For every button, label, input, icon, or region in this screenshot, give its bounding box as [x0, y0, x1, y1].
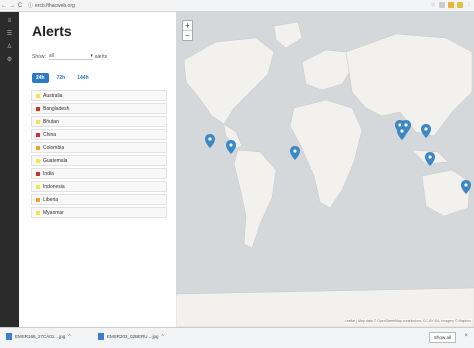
- settings-icon[interactable]: ⚙: [0, 56, 19, 63]
- file-icon: [6, 333, 12, 340]
- alert-country-label: Bangladesh: [43, 105, 70, 112]
- alert-list-item[interactable]: China: [31, 129, 167, 140]
- extension-icon[interactable]: [448, 2, 454, 8]
- list-icon[interactable]: ☰: [0, 30, 19, 37]
- download-item[interactable]: EMSR203_02BERU....jpg ^: [98, 333, 164, 340]
- alert-list-item[interactable]: Indonesia: [31, 181, 167, 192]
- menu-icon[interactable]: ≡: [0, 18, 19, 24]
- map-marker[interactable]: [205, 134, 215, 148]
- time-range-tabs: 24h 72h 144h: [32, 73, 93, 83]
- show-suffix: alerts: [94, 53, 108, 60]
- alert-list-item[interactable]: Australia: [31, 90, 167, 101]
- alert-list: Australia Bangladesh Bhutan China Colombia Gu…: [31, 90, 167, 220]
- alert-level-swatch: [36, 132, 40, 137]
- download-bar: EMSR166_27CA01....jpg ^ EMSR203_02BERU..…: [0, 327, 474, 348]
- tab-144h[interactable]: 144h: [73, 73, 92, 83]
- alert-list-item[interactable]: Colombia: [31, 142, 167, 153]
- map-marker[interactable]: [226, 140, 236, 154]
- alerts-panel: Alerts Show: all ▾ alerts 24h 72h 144h A…: [19, 12, 176, 327]
- forward-button[interactable]: →: [8, 3, 16, 9]
- menu-dots-icon[interactable]: ⋮: [466, 2, 472, 8]
- show-select[interactable]: all ▾: [48, 53, 93, 60]
- alert-country-label: Myanmar: [43, 209, 64, 216]
- extension-icon[interactable]: [457, 2, 463, 8]
- alert-level-swatch: [36, 158, 40, 163]
- page-title: Alerts: [32, 23, 72, 39]
- show-label: Show:: [32, 53, 46, 60]
- file-icon: [98, 333, 104, 340]
- alert-list-item[interactable]: Myanmar: [31, 207, 167, 218]
- url-text: ercb.fthacweb.org: [35, 2, 75, 9]
- show-value: all: [48, 53, 54, 59]
- alert-list-item[interactable]: Liberia: [31, 194, 167, 205]
- alert-level-swatch: [36, 106, 40, 111]
- show-all-button[interactable]: Show all: [428, 332, 456, 343]
- person-icon[interactable]: ♙: [0, 43, 19, 50]
- alert-level-swatch: [36, 184, 40, 189]
- star-icon[interactable]: ☆: [430, 2, 436, 8]
- browser-toolbar: ← → C ⓘ ercb.fthacweb.org ☆ ⋮: [0, 0, 474, 12]
- alert-list-item[interactable]: Guatemala: [31, 155, 167, 166]
- map-attribution[interactable]: Leaflet | Map data © OpenStreetMap contr…: [343, 319, 472, 323]
- alert-list-item[interactable]: Bangladesh: [31, 103, 167, 114]
- alert-country-label: Indonesia: [43, 183, 65, 190]
- back-button[interactable]: ←: [0, 3, 8, 9]
- world-map[interactable]: + − Leaflet | Map data © OpenStreetMap c…: [176, 12, 474, 327]
- map-canvas: [176, 21, 474, 327]
- tab-24h[interactable]: 24h: [32, 73, 49, 83]
- chevron-up-icon[interactable]: ^: [162, 334, 164, 340]
- map-marker[interactable]: [397, 126, 407, 140]
- tab-72h[interactable]: 72h: [53, 73, 70, 83]
- alert-country-label: Guatemala: [43, 157, 68, 164]
- alert-level-swatch: [36, 93, 40, 98]
- alert-list-item[interactable]: Bhutan: [31, 116, 167, 127]
- alert-country-label: Liberia: [43, 196, 59, 203]
- alert-country-label: Australia: [43, 92, 63, 99]
- alert-level-swatch: [36, 210, 40, 215]
- alert-country-label: Bhutan: [43, 118, 59, 125]
- zoom-in-button[interactable]: +: [183, 21, 192, 30]
- alert-level-swatch: [36, 171, 40, 176]
- chevron-up-icon[interactable]: ^: [68, 334, 70, 340]
- close-icon[interactable]: ×: [464, 333, 468, 339]
- alert-level-swatch: [36, 145, 40, 150]
- alert-level-swatch: [36, 197, 40, 202]
- info-icon: ⓘ: [28, 3, 34, 9]
- alert-country-label: Colombia: [43, 144, 65, 151]
- alert-country-label: India: [43, 170, 54, 177]
- address-bar[interactable]: ⓘ ercb.fthacweb.org: [28, 2, 75, 10]
- extension-icon[interactable]: [439, 2, 445, 8]
- alert-list-item[interactable]: India: [31, 168, 167, 179]
- map-marker[interactable]: [421, 124, 431, 138]
- alert-country-label: China: [43, 131, 57, 138]
- zoom-out-button[interactable]: −: [183, 30, 192, 40]
- show-filter-row: Show: all ▾ alerts: [32, 53, 107, 60]
- reload-button[interactable]: C: [16, 3, 24, 9]
- download-filename: EMSR166_27CA01....jpg: [15, 334, 66, 339]
- alert-level-swatch: [36, 119, 40, 124]
- chevron-down-icon: ▾: [90, 53, 93, 59]
- map-marker[interactable]: [290, 146, 300, 160]
- zoom-control: + −: [182, 20, 193, 41]
- download-item[interactable]: EMSR166_27CA01....jpg ^: [6, 333, 71, 340]
- app-side-strip: ≡ ☰ ♙ ⚙: [0, 12, 19, 327]
- download-filename: EMSR203_02BERU....jpg: [107, 334, 159, 339]
